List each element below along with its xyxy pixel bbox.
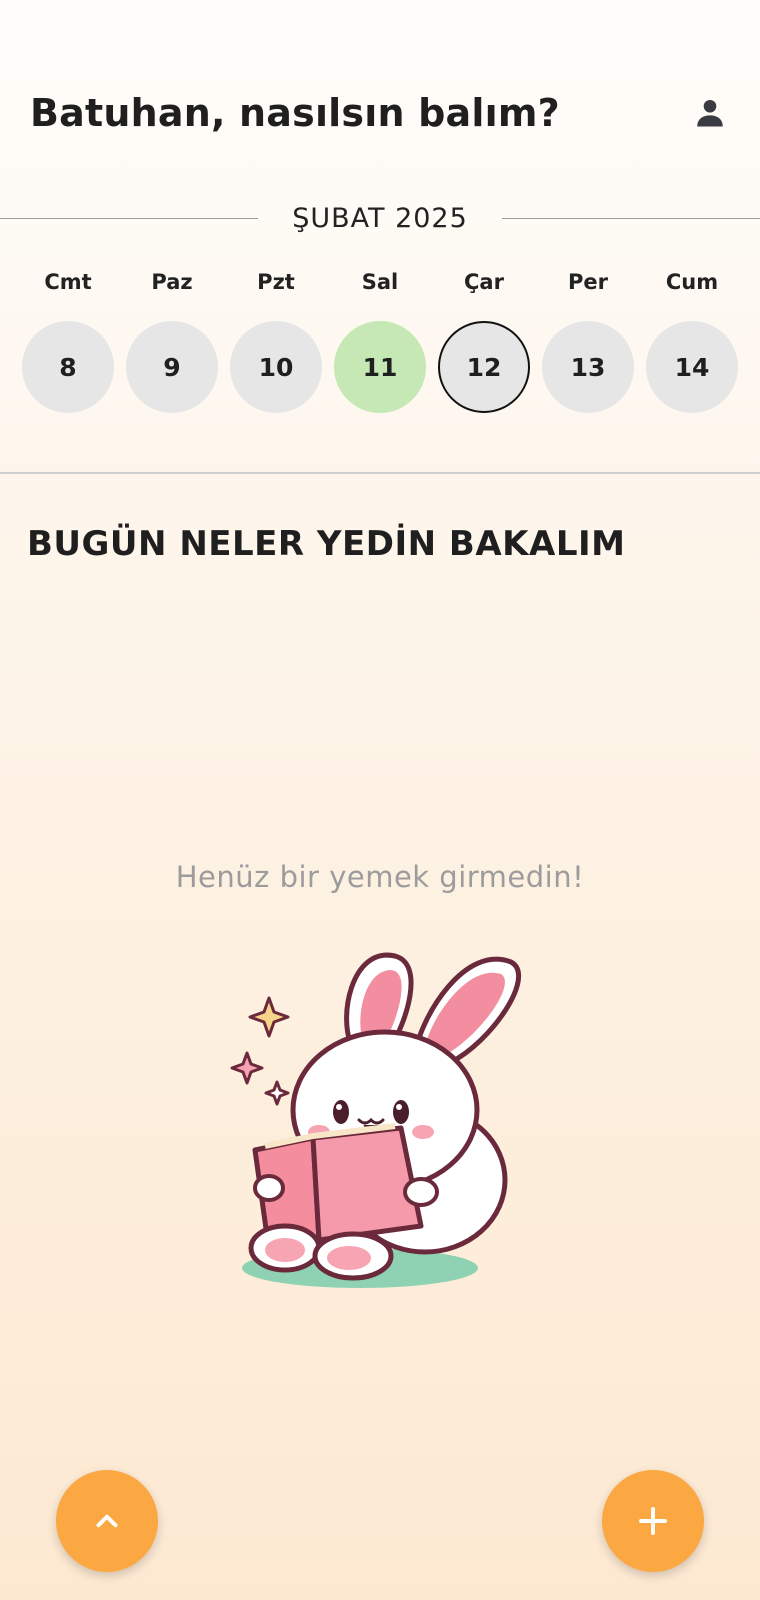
weekday-label: Pzt [257, 270, 295, 294]
plus-icon [639, 1507, 667, 1535]
profile-button[interactable] [690, 93, 730, 133]
section-divider [0, 472, 760, 474]
month-line-right [501, 217, 760, 219]
weekday-row: Cmt Paz Pzt Sal Çar Per Cum [22, 270, 738, 306]
weekday-label: Sal [361, 270, 399, 294]
weekday-label: Per [568, 270, 608, 294]
month-line-left [0, 217, 259, 219]
weekday-label: Paz [151, 270, 193, 294]
person-icon [697, 99, 723, 127]
bunny-reading-illustration [230, 952, 521, 1288]
weekday-label: Cum [665, 270, 719, 294]
day-selector: 8 9 10 11 12 13 14 [22, 321, 738, 413]
weekday-label: Çar [464, 270, 504, 294]
day-button-selected[interactable]: 12 [438, 321, 530, 413]
header: Batuhan, nasılsın balım? [30, 88, 730, 138]
day-button[interactable]: 14 [646, 321, 738, 413]
day-button-today[interactable]: 11 [334, 321, 426, 413]
month-label: ŞUBAT 2025 [292, 202, 468, 234]
scroll-up-button[interactable] [56, 1470, 158, 1572]
greeting-title: Batuhan, nasılsın balım? [30, 91, 560, 135]
section-title: BUGÜN NELER YEDİN BAKALIM [27, 524, 626, 564]
weekday-label: Cmt [44, 270, 92, 294]
day-button[interactable]: 8 [22, 321, 114, 413]
day-button[interactable]: 13 [542, 321, 634, 413]
add-meal-button[interactable] [602, 1470, 704, 1572]
empty-state-message: Henüz bir yemek girmedin! [175, 860, 585, 894]
day-button[interactable]: 10 [230, 321, 322, 413]
day-button[interactable]: 9 [126, 321, 218, 413]
chevron-up-icon [96, 1514, 118, 1528]
month-header: ŞUBAT 2025 [0, 198, 760, 238]
